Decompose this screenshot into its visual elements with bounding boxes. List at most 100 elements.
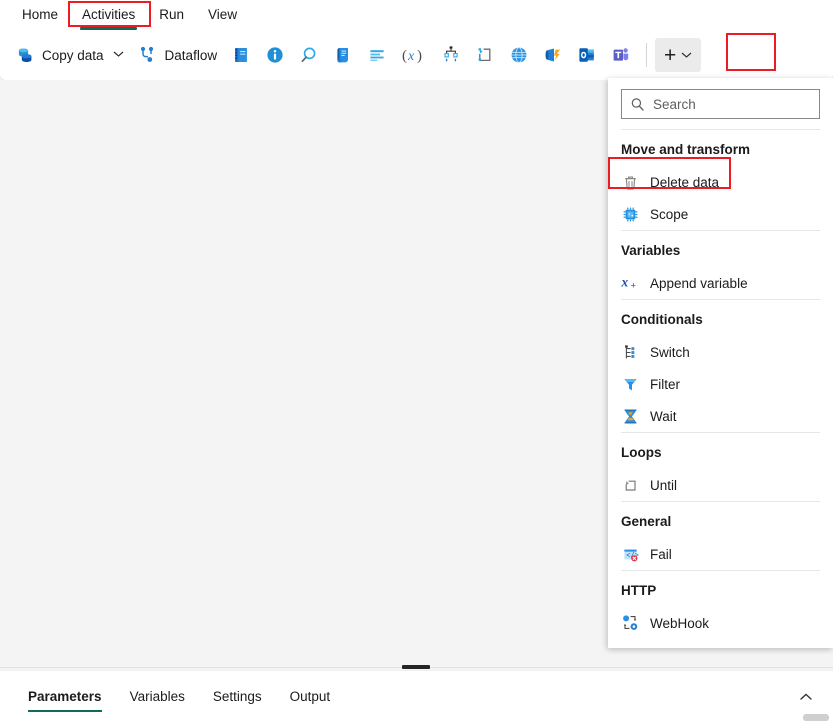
tab-parameters-label: Parameters [28, 689, 102, 704]
menu-item-label: Delete data [650, 175, 719, 190]
add-activity-button[interactable]: + [655, 38, 701, 72]
toolbar-teams-button[interactable] [604, 37, 638, 73]
stored-procedure-icon [367, 45, 387, 65]
menu-tab-view-label: View [208, 7, 237, 22]
tab-output[interactable]: Output [278, 680, 343, 714]
chevron-up-icon [799, 692, 813, 702]
search-input[interactable] [653, 97, 811, 112]
filter-funnel-icon [621, 375, 639, 393]
azure-function-icon [543, 45, 563, 65]
menu-item-scope[interactable]: Scope [608, 198, 833, 230]
until-loop-icon [475, 45, 495, 65]
menu-item-fail[interactable]: </> Fail [608, 538, 833, 570]
menu-item-delete-data[interactable]: Delete data [608, 166, 833, 198]
toolbar-set-variable-button[interactable]: ( x ) [394, 37, 434, 73]
toolbar-switch-button[interactable] [434, 37, 468, 73]
menu-tab-run[interactable]: Run [147, 3, 196, 27]
menu-item-append-variable[interactable]: x + Append variable [608, 267, 833, 299]
menu-item-label: Until [650, 478, 677, 493]
group-title: Move and transform [608, 130, 833, 166]
search-box[interactable] [621, 89, 820, 119]
toolbar-outlook-button[interactable] [570, 37, 604, 73]
menu-item-label: Switch [650, 345, 690, 360]
ribbon-menu-bar: Home Activities Run View [0, 0, 833, 30]
toolbar-stored-procedure-button[interactable] [360, 37, 394, 73]
menu-tab-activities-label: Activities [82, 7, 135, 22]
teams-icon [611, 45, 631, 65]
copy-data-icon [15, 45, 35, 65]
tab-settings[interactable]: Settings [201, 680, 274, 714]
collapse-panel-button[interactable] [793, 684, 819, 710]
toolbar-get-metadata-button[interactable] [258, 37, 292, 73]
chevron-down-icon[interactable] [113, 50, 124, 61]
chevron-down-icon[interactable] [681, 51, 692, 59]
plus-icon: + [664, 45, 676, 66]
svg-text:+: + [630, 281, 636, 292]
add-activity-dropdown-panel: Move and transform Delete data [608, 78, 833, 648]
group-title: Variables [608, 231, 833, 267]
svg-text:x: x [407, 49, 415, 64]
dropdown-group-move-and-transform: Move and transform Delete data [608, 130, 833, 230]
menu-item-switch[interactable]: Switch [608, 336, 833, 368]
notebook-icon [231, 45, 251, 65]
menu-item-until[interactable]: Until [608, 469, 833, 501]
toolbar-until-button[interactable] [468, 37, 502, 73]
menu-item-webhook[interactable]: WebHook [608, 607, 833, 639]
menu-tab-home[interactable]: Home [10, 3, 70, 27]
splitter-drag-handle[interactable] [402, 665, 430, 669]
menu-item-label: Fail [650, 547, 672, 562]
toolbar-azure-function-button[interactable] [536, 37, 570, 73]
dataflow-icon [138, 45, 158, 65]
menu-item-filter[interactable]: Filter [608, 368, 833, 400]
group-title: General [608, 502, 833, 538]
menu-item-label: WebHook [650, 616, 709, 631]
group-title: Conditionals [608, 300, 833, 336]
append-variable-icon: x + [621, 274, 639, 292]
toolbar-notebook-button[interactable] [224, 37, 258, 73]
toolbar-lookup-button[interactable] [292, 37, 326, 73]
svg-text:): ) [417, 48, 422, 64]
activities-toolbar: Copy data Dataflow [0, 30, 833, 80]
dropdown-group-conditionals: Conditionals Switch [608, 300, 833, 432]
menu-tab-activities[interactable]: Activities [70, 3, 147, 27]
scrollbar-thumb[interactable] [803, 714, 829, 721]
toolbar-copy-data-button[interactable]: Copy data [8, 37, 131, 73]
webhook-icon [621, 614, 639, 632]
toolbar-script-button[interactable] [326, 37, 360, 73]
bottom-panel-actions [793, 684, 833, 710]
toolbar-dataflow-button[interactable]: Dataflow [131, 37, 225, 73]
until-icon [621, 476, 639, 494]
svg-text:x: x [621, 274, 628, 289]
trash-icon [621, 173, 639, 191]
tab-variables-label: Variables [130, 689, 185, 704]
lookup-search-icon [299, 45, 319, 65]
pipeline-editor-window: Home Activities Run View [0, 0, 833, 723]
menu-tab-home-label: Home [22, 7, 58, 22]
svg-text:(: ( [402, 48, 407, 64]
menu-tab-run-label: Run [159, 7, 184, 22]
toolbar-web-button[interactable] [502, 37, 536, 73]
menu-item-wait[interactable]: Wait [608, 400, 833, 432]
outlook-icon [577, 45, 597, 65]
menu-item-label: Wait [650, 409, 677, 424]
tab-active-underline [28, 710, 102, 712]
switch-activity-icon [441, 45, 461, 65]
dropdown-group-http: HTTP WebHook [608, 571, 833, 639]
bottom-properties-panel: Parameters Variables Settings Output [0, 670, 833, 723]
dropdown-search-container [608, 78, 833, 129]
scope-chip-icon [621, 205, 639, 223]
menu-item-label: Filter [650, 377, 680, 392]
group-title: HTTP [608, 571, 833, 607]
dropdown-group-variables: Variables x + Append variable [608, 231, 833, 299]
tab-parameters[interactable]: Parameters [16, 680, 114, 714]
menu-tab-view[interactable]: View [196, 3, 249, 27]
web-globe-icon [509, 45, 529, 65]
tab-variables[interactable]: Variables [118, 680, 197, 714]
menu-item-label: Append variable [650, 276, 748, 291]
info-icon [265, 45, 285, 65]
tab-settings-label: Settings [213, 689, 262, 704]
dropdown-group-general: General </> Fail [608, 502, 833, 570]
group-title: Loops [608, 433, 833, 469]
script-icon [333, 45, 353, 65]
menu-item-label: Scope [650, 207, 688, 222]
